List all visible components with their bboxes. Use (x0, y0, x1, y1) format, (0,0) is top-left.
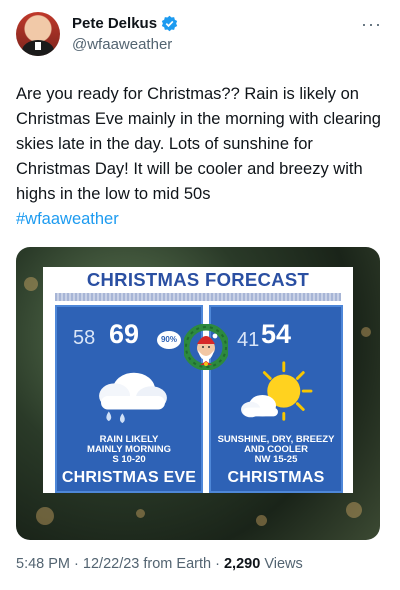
tweet-text: Are you ready for Christmas?? Rain is li… (16, 82, 386, 232)
eve-day-label: CHRISTMAS EVE (61, 469, 197, 486)
avatar-collar (35, 42, 41, 50)
tweet-time[interactable]: 5:48 PM (16, 556, 70, 572)
christmas-low-temp: 41 (237, 329, 260, 351)
avatar[interactable] (16, 12, 60, 56)
eve-precip-chance: 90% (157, 331, 181, 349)
meta-separator: · (215, 556, 220, 572)
views-count[interactable]: 2,290 (224, 556, 260, 572)
eve-wind: S 10-20 (112, 454, 146, 465)
author-handle[interactable]: @wfaaweather (72, 36, 172, 53)
forecast-title: CHRISTMAS FORECAST (86, 269, 310, 290)
tweet-meta: 5:48 PM · 12/22/23 from Earth · 2,290 Vi… (16, 556, 303, 572)
verified-badge-icon (161, 15, 178, 32)
christmas-day-panel: 41 54 SUNSHINE, DRY, BREEZY AND COOLER N… (209, 305, 343, 493)
bokeh-light (24, 277, 38, 291)
tweet-header: Pete Delkus @wfaaweather ··· (16, 12, 384, 60)
christmas-high-temp: 54 (261, 319, 292, 349)
tweet-media-image[interactable]: CHRISTMAS FORECAST 58 69 90% RAIN LIKELY… (16, 247, 380, 540)
bokeh-light (256, 515, 267, 526)
sun-cloud-icon (241, 361, 313, 421)
author-name[interactable]: Pete Delkus (72, 15, 157, 32)
christmas-day-label: CHRISTMAS (227, 469, 325, 486)
bokeh-light (361, 327, 371, 337)
rain-cloud-icon (99, 372, 167, 424)
santa-wreath-icon (184, 324, 228, 370)
bokeh-light (136, 509, 145, 518)
tweet-source: from Earth (143, 556, 212, 572)
views-label: Views (264, 556, 303, 572)
tweet-date[interactable]: 12/22/23 (83, 556, 139, 572)
forecast-board: CHRISTMAS FORECAST 58 69 90% RAIN LIKELY… (43, 267, 353, 493)
christmas-wind: NW 15-25 (254, 454, 298, 465)
hashtag-link[interactable]: #wfaaweather (16, 210, 119, 228)
title-divider (55, 293, 341, 301)
meta-separator: · (74, 556, 79, 572)
christmas-eve-panel: 58 69 90% RAIN LIKELY MAINLY MORNING S 1… (55, 305, 203, 493)
author-name-row: Pete Delkus (72, 15, 178, 32)
bokeh-light (346, 502, 362, 518)
bokeh-light (36, 507, 54, 525)
tweet-body: Are you ready for Christmas?? Rain is li… (16, 85, 386, 203)
eve-low-temp: 58 (73, 327, 96, 349)
more-options-icon[interactable]: ··· (361, 14, 382, 35)
eve-high-temp: 69 (109, 319, 140, 349)
